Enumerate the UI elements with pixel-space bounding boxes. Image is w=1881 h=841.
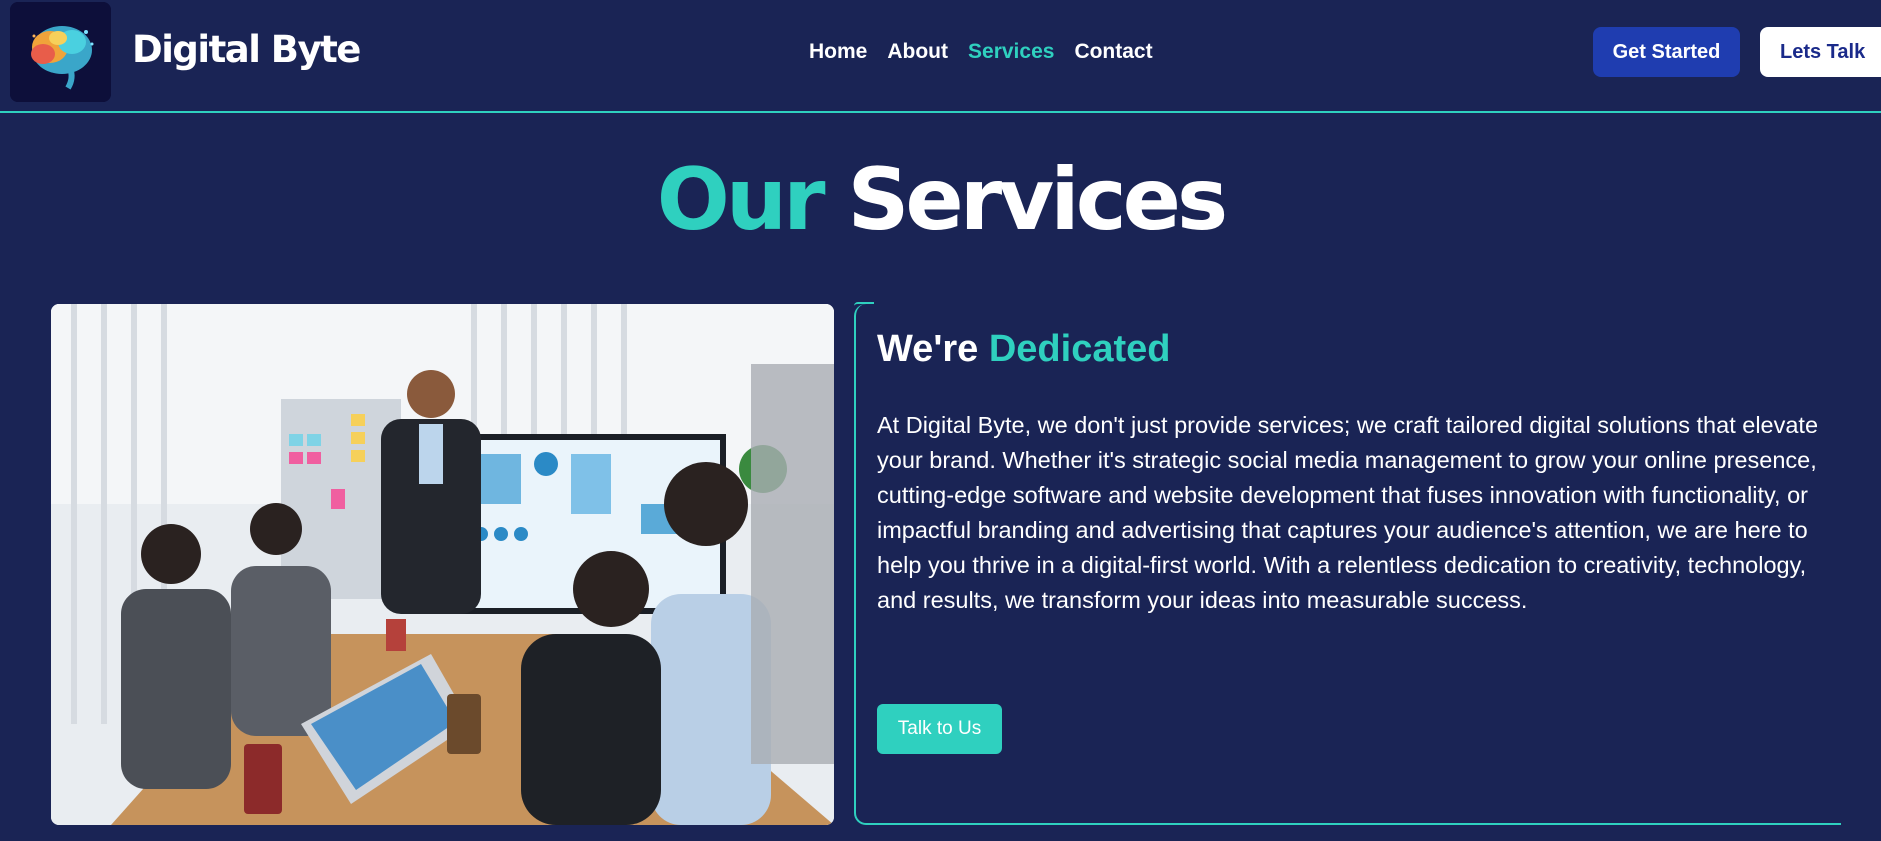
- section-title-main: Services: [847, 150, 1228, 250]
- section-title: Our Services: [0, 150, 1881, 250]
- nav-contact[interactable]: Contact: [1074, 40, 1152, 64]
- brain-logo-icon[interactable]: [10, 2, 111, 102]
- card-title-main: We're: [877, 328, 979, 370]
- talk-to-us-button[interactable]: Talk to Us: [877, 704, 1002, 754]
- lets-talk-button[interactable]: Lets Talk: [1760, 27, 1881, 77]
- main-nav: Home About Services Contact: [809, 40, 1173, 64]
- team-meeting-image: [51, 304, 834, 825]
- card-description: At Digital Byte, we don't just provide s…: [877, 412, 1819, 613]
- section-title-accent: Our: [656, 150, 826, 250]
- get-started-button[interactable]: Get Started: [1593, 27, 1740, 77]
- card-title: We're Dedicated: [877, 328, 1170, 371]
- brand-name[interactable]: Digital Byte: [132, 28, 361, 71]
- card-title-accent: Dedicated: [988, 328, 1171, 370]
- nav-home[interactable]: Home: [809, 40, 867, 64]
- site-header: Digital Byte Home About Services Contact…: [0, 0, 1881, 113]
- nav-about[interactable]: About: [887, 40, 948, 64]
- nav-services[interactable]: Services: [968, 40, 1054, 64]
- dedicated-card: We're Dedicated At Digital Byte, we don'…: [854, 302, 1841, 825]
